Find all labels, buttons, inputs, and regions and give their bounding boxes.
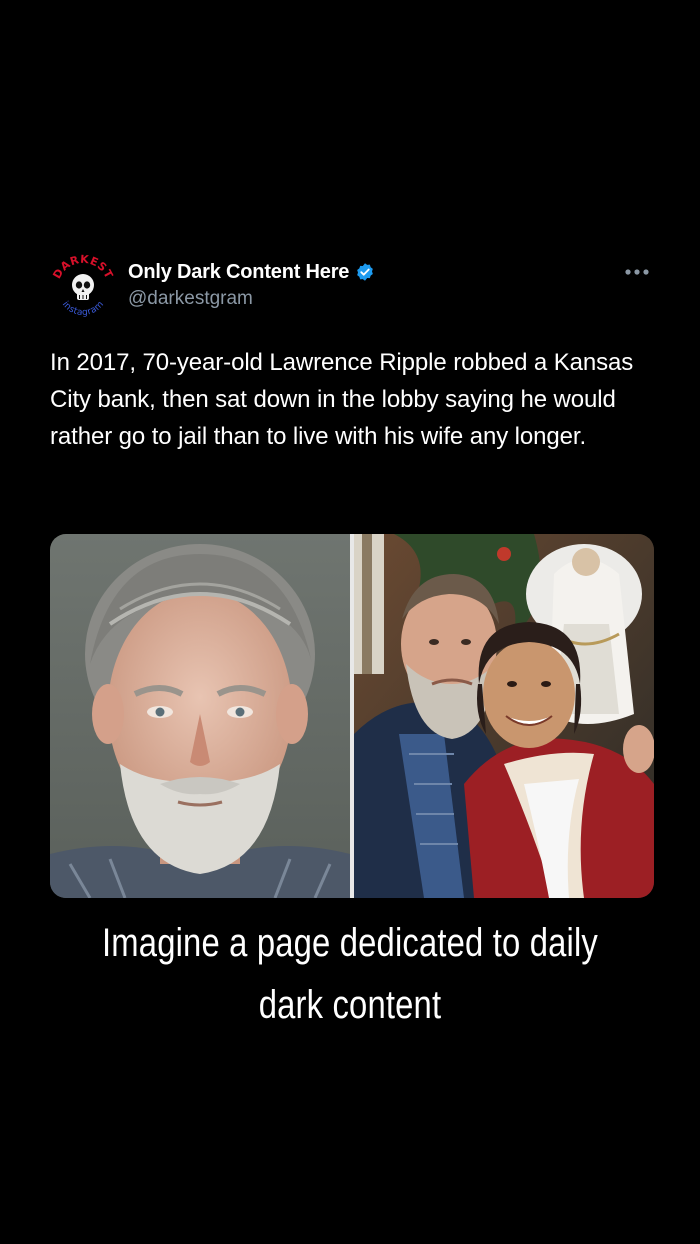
more-horizontal-icon[interactable] bbox=[622, 258, 652, 286]
caption: Imagine a page dedicated to daily dark c… bbox=[79, 912, 620, 1036]
caption-line-1: Imagine a page dedicated to daily bbox=[102, 921, 598, 965]
avatar[interactable]: DARKEST instagram bbox=[50, 253, 116, 320]
couple-photo[interactable] bbox=[354, 534, 654, 898]
author-block: Only Dark Content Here @darkestgram bbox=[128, 258, 375, 310]
tweet-header: DARKEST instagram Only Dark Content Here bbox=[50, 253, 656, 324]
svg-text:instagram: instagram bbox=[60, 299, 106, 318]
tweet-media[interactable] bbox=[50, 534, 654, 898]
display-name[interactable]: Only Dark Content Here bbox=[128, 261, 349, 284]
verified-badge-icon bbox=[355, 262, 375, 282]
handle[interactable]: @darkestgram bbox=[128, 288, 375, 310]
caption-line-2: dark content bbox=[258, 983, 442, 1027]
mugshot-photo[interactable] bbox=[50, 534, 350, 898]
tweet-text: In 2017, 70-year-old Lawrence Ripple rob… bbox=[50, 349, 634, 450]
skull-logo-icon: DARKEST instagram bbox=[50, 253, 115, 318]
display-name-row: Only Dark Content Here bbox=[128, 258, 375, 286]
